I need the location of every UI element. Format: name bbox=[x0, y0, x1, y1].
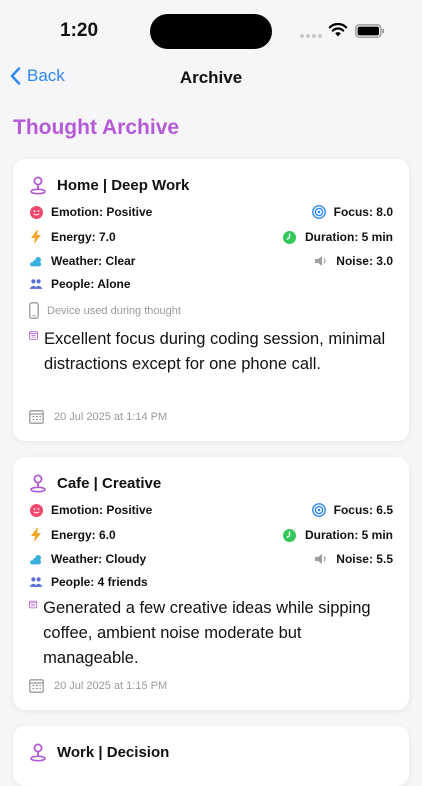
weather-label: Weather: Cloudy bbox=[51, 552, 147, 566]
status-time: 1:20 bbox=[60, 20, 99, 41]
bolt-icon bbox=[29, 230, 43, 244]
energy-label: Energy: 7.0 bbox=[51, 230, 116, 244]
location-pin-icon bbox=[30, 176, 46, 195]
location-text: Cafe | Creative bbox=[57, 474, 162, 492]
dynamic-island bbox=[150, 14, 272, 49]
metric-row: People: 4 friends bbox=[29, 575, 393, 589]
emotion-label: Emotion: Positive bbox=[51, 503, 153, 517]
smiley-icon bbox=[29, 205, 43, 219]
duration-label: Duration: 5 min bbox=[304, 230, 393, 244]
clock-icon bbox=[283, 528, 297, 542]
phone-icon bbox=[29, 302, 39, 319]
weather-label: Weather: Clear bbox=[51, 254, 136, 268]
metric-row: Emotion: Positive Focus: 8.0 bbox=[29, 205, 393, 219]
thought-card[interactable]: Work | Decision bbox=[13, 726, 409, 786]
calendar-icon bbox=[29, 410, 44, 424]
signal-icon bbox=[300, 34, 322, 38]
device-text: Device used during thought bbox=[47, 304, 181, 317]
location-text: Home | Deep Work bbox=[57, 176, 190, 194]
duration-label: Duration: 5 min bbox=[304, 528, 393, 542]
page-title: Thought Archive bbox=[13, 116, 180, 139]
note-icon bbox=[29, 331, 38, 340]
people-icon bbox=[29, 277, 43, 291]
target-icon bbox=[311, 205, 326, 219]
metric-row: Weather: Clear Noise: 3.0 bbox=[29, 254, 393, 268]
speaker-icon bbox=[314, 254, 328, 268]
metric-row: Energy: 6.0 Duration: 5 min bbox=[29, 528, 393, 542]
date-row: 20 Jul 2025 at 1:14 PM bbox=[29, 409, 167, 424]
focus-label: Focus: 8.0 bbox=[333, 205, 393, 219]
noise-label: Noise: 3.0 bbox=[336, 254, 393, 268]
note-text: Excellent focus during coding session, m… bbox=[44, 330, 386, 373]
date-text: 20 Jul 2025 at 1:14 PM bbox=[54, 410, 168, 423]
battery-icon bbox=[355, 24, 384, 38]
smiley-icon bbox=[29, 503, 43, 517]
metric-row: Emotion: Positive Focus: 6.5 bbox=[29, 503, 393, 517]
bolt-icon bbox=[29, 528, 43, 542]
location-pin-icon bbox=[30, 743, 46, 762]
weather-icon bbox=[29, 552, 43, 566]
note-text: Generated a few creative ideas while sip… bbox=[43, 599, 371, 667]
people-icon bbox=[29, 575, 43, 589]
energy-label: Energy: 6.0 bbox=[51, 528, 116, 542]
focus-label: Focus: 6.5 bbox=[333, 503, 393, 517]
emotion-label: Emotion: Positive bbox=[51, 205, 153, 219]
clock-icon bbox=[283, 230, 297, 244]
metric-row: Energy: 7.0 Duration: 5 min bbox=[29, 230, 393, 244]
noise-label: Noise: 5.5 bbox=[336, 552, 393, 566]
thought-card[interactable]: Cafe | Creative Emotion: Positive Focus:… bbox=[13, 457, 409, 710]
note-block: Generated a few creative ideas while sip… bbox=[29, 596, 395, 671]
location-row: Home | Deep Work bbox=[29, 175, 189, 195]
metric-row: Weather: Cloudy Noise: 5.5 bbox=[29, 552, 393, 566]
device-row: Device used during thought bbox=[29, 302, 181, 319]
location-row: Work | Decision bbox=[29, 742, 169, 762]
target-icon bbox=[311, 503, 326, 517]
metric-row: People: Alone bbox=[29, 277, 393, 291]
note-icon bbox=[29, 600, 38, 609]
location-row: Cafe | Creative bbox=[29, 473, 161, 493]
note-block: Excellent focus during coding session, m… bbox=[29, 327, 395, 377]
wifi-icon bbox=[328, 22, 348, 37]
date-row: 20 Jul 2025 at 1:15 PM bbox=[29, 678, 167, 693]
thought-card[interactable]: Home | Deep Work Emotion: Positive Focus… bbox=[13, 159, 409, 441]
weather-icon bbox=[29, 254, 43, 268]
people-label: People: Alone bbox=[51, 277, 131, 291]
people-label: People: 4 friends bbox=[51, 575, 148, 589]
location-text: Work | Decision bbox=[57, 743, 170, 761]
speaker-icon bbox=[314, 552, 328, 566]
location-pin-icon bbox=[30, 474, 46, 493]
nav-title: Archive bbox=[179, 68, 243, 87]
status-bar: 1:20 bbox=[0, 0, 422, 60]
navigation-bar: Back Archive bbox=[0, 60, 422, 96]
calendar-icon bbox=[29, 679, 44, 693]
date-text: 20 Jul 2025 at 1:15 PM bbox=[54, 679, 168, 692]
